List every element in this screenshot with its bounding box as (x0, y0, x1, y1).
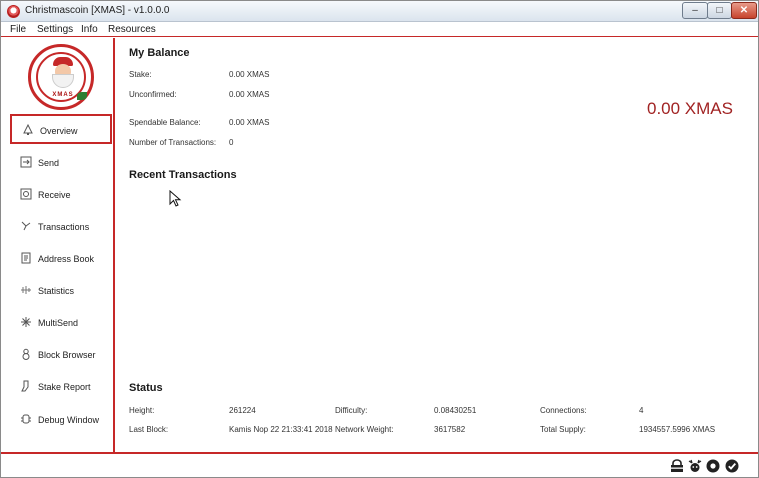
spendable-balance-value: 0.00 XMAS (229, 118, 270, 127)
total-supply-label: Total Supply: (540, 425, 586, 434)
christmascoin-logo: XMAS (28, 44, 94, 110)
connections-value: 4 (639, 406, 644, 415)
menu-file[interactable]: File (10, 24, 26, 35)
title-bar: Christmascoin [XMAS] - v1.0.0.0 ‒ □ ✕ (1, 1, 758, 22)
app-logo-icon (7, 5, 20, 18)
connections-label: Connections: (540, 406, 587, 415)
connections-icon[interactable] (706, 459, 720, 473)
mouse-cursor-icon (169, 190, 182, 207)
sidebar-item-label: Overview (40, 126, 78, 136)
status-title: Status (129, 382, 163, 394)
logo-ring: XMAS (36, 52, 87, 102)
sidebar-item-multisend[interactable]: MultiSend (10, 308, 112, 338)
recent-transactions-title: Recent Transactions (129, 169, 237, 181)
close-button[interactable]: ✕ (731, 2, 757, 19)
minimize-button[interactable]: ‒ (682, 2, 708, 19)
sidebar-item-label: Transactions (38, 222, 90, 232)
synced-check-icon[interactable] (725, 459, 739, 473)
window-title: Christmascoin [XMAS] - v1.0.0.0 (25, 5, 170, 16)
sidebar-item-receive[interactable]: Receive (10, 180, 112, 210)
tree-icon (22, 123, 34, 136)
stake-label: Stake: (129, 70, 152, 79)
sidebar-item-label: Block Browser (38, 350, 96, 360)
lock-icon[interactable] (670, 459, 684, 473)
menu-bar: File Settings Info Resources (1, 23, 758, 37)
sidebar-item-label: Send (38, 158, 60, 168)
sidebar-item-transactions[interactable]: Transactions (10, 212, 112, 242)
height-value: 261224 (229, 406, 256, 415)
statistics-icon (20, 284, 32, 296)
unconfirmed-label: Unconfirmed: (129, 90, 177, 99)
unconfirmed-value: 0.00 XMAS (229, 90, 270, 99)
menu-resources[interactable]: Resources (108, 24, 156, 35)
snowman-icon (20, 348, 32, 360)
santa-beard-icon (52, 74, 74, 88)
total-balance: 0.00 XMAS (647, 99, 733, 118)
my-balance-title: My Balance (129, 47, 190, 59)
difficulty-label: Difficulty: (335, 406, 368, 415)
sidebar-item-statistics[interactable]: Statistics (10, 276, 112, 306)
sidebar-item-debug-window[interactable]: Debug Window (10, 405, 112, 435)
maximize-button[interactable]: □ (707, 2, 732, 19)
overview-panel: My Balance Stake: 0.00 XMAS Unconfirmed:… (117, 38, 758, 452)
sidebar-item-address-book[interactable]: Address Book (10, 244, 112, 274)
height-label: Height: (129, 406, 155, 415)
debug-icon (20, 413, 32, 425)
total-supply-value: 1934557.5996 XMAS (639, 425, 716, 434)
logo-text: XMAS (52, 92, 74, 98)
sidebar: XMAS Overview Send Receive Transactions … (1, 38, 115, 452)
sidebar-item-label: Receive (38, 190, 71, 200)
sidebar-item-label: MultiSend (38, 318, 79, 328)
app-window: Christmascoin [XMAS] - v1.0.0.0 ‒ □ ✕ Fi… (0, 0, 759, 478)
menu-settings[interactable]: Settings (37, 24, 73, 35)
last-block-label: Last Block: (129, 425, 169, 434)
stocking-icon (20, 380, 32, 392)
send-icon (20, 156, 32, 168)
status-bar (1, 452, 758, 477)
spendable-balance-label: Spendable Balance: (129, 118, 201, 127)
sidebar-item-label: Stake Report (38, 382, 91, 392)
sidebar-item-label: Address Book (38, 254, 95, 264)
network-weight-label: Network Weight: (335, 425, 394, 434)
last-block-value: Kamis Nop 22 21:33:41 2018 (229, 425, 333, 434)
sidebar-item-block-browser[interactable]: Block Browser (10, 340, 112, 370)
transactions-icon (20, 220, 32, 232)
recent-transactions-list[interactable] (129, 188, 749, 368)
transaction-count-label: Number of Transactions: (129, 138, 217, 147)
sidebar-item-label: Debug Window (38, 415, 100, 425)
sidebar-item-send[interactable]: Send (10, 148, 112, 178)
transaction-count-value: 0 (229, 138, 234, 147)
network-weight-value: 3617582 (434, 425, 466, 434)
sidebar-item-overview[interactable]: Overview (10, 114, 112, 144)
sidebar-item-stake-report[interactable]: Stake Report (10, 372, 112, 402)
snowflake-icon (20, 316, 32, 328)
difficulty-value: 0.08430251 (434, 406, 477, 415)
stake-value: 0.00 XMAS (229, 70, 270, 79)
receive-icon (20, 188, 32, 200)
menu-info[interactable]: Info (81, 24, 98, 35)
reindeer-staking-icon[interactable] (688, 459, 702, 473)
sidebar-item-label: Statistics (38, 286, 75, 296)
address-book-icon (20, 252, 32, 264)
